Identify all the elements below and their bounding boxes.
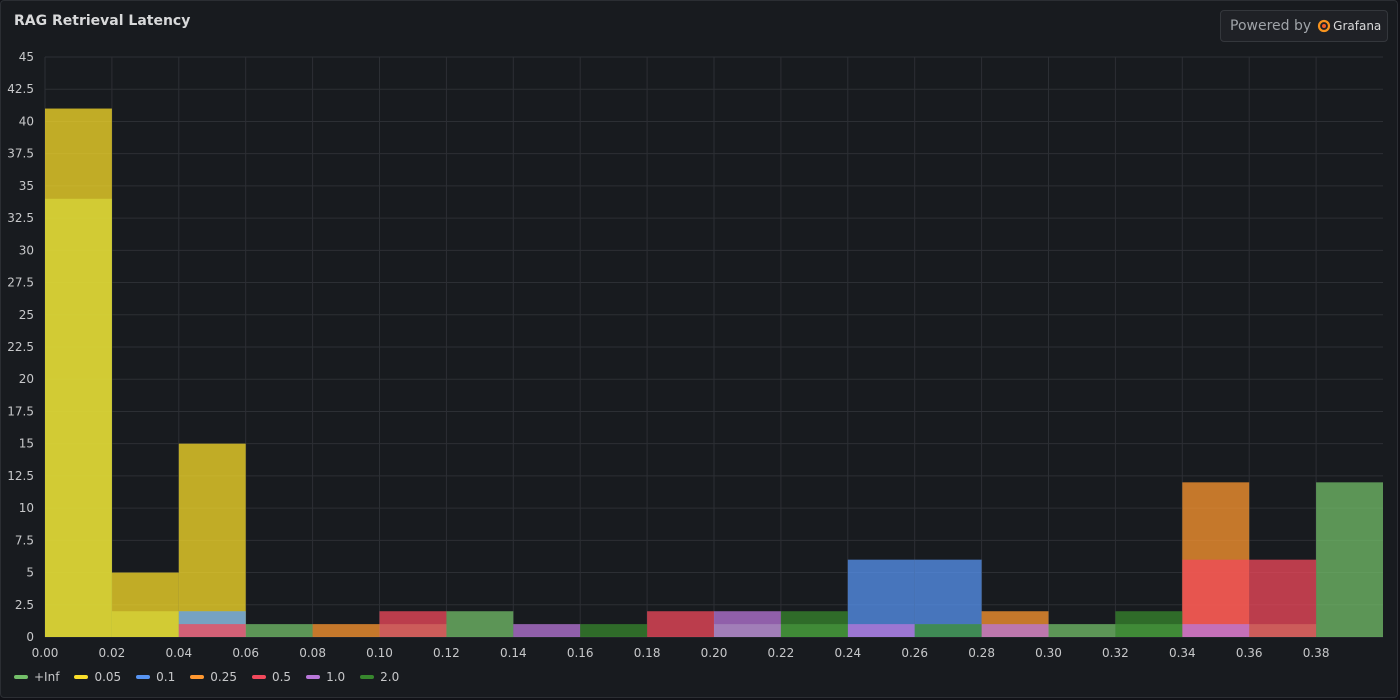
x-tick-label: 0.14 bbox=[500, 646, 527, 660]
bar-0.05-0[interactable] bbox=[45, 108, 112, 638]
chart-legend: +Inf 0.05 0.1 0.25 0.5 1.0 2.0 bbox=[14, 670, 399, 684]
x-tick-label: 0.16 bbox=[567, 646, 594, 660]
legend-item[interactable]: 0.5 bbox=[251, 670, 292, 684]
legend-label: 0.25 bbox=[210, 670, 237, 684]
bar-0.5-18[interactable] bbox=[1249, 559, 1317, 637]
bar-+Inf-19[interactable] bbox=[1316, 482, 1383, 637]
bar-2.0-13[interactable] bbox=[914, 624, 982, 637]
legend-item[interactable]: 0.1 bbox=[136, 670, 175, 684]
y-tick-label: 37.5 bbox=[7, 147, 34, 161]
y-tick-label: 25 bbox=[19, 308, 34, 322]
bar-1.0-10[interactable] bbox=[714, 611, 781, 637]
x-tick-label: 0.20 bbox=[701, 646, 728, 660]
y-tick-label: 32.5 bbox=[7, 211, 34, 225]
histogram-chart[interactable]: 0 2.5 5 7.5 10 12.5 15 17.5 20 22.5 25 27.5 30 32.5 35… bbox=[0, 0, 1400, 700]
x-tick-label: 0.04 bbox=[165, 646, 192, 660]
bar-0.25-4[interactable] bbox=[312, 624, 380, 637]
legend-label: +Inf bbox=[34, 670, 60, 684]
legend-label: 0.05 bbox=[94, 670, 122, 684]
bar-0.5-2[interactable] bbox=[178, 624, 246, 637]
y-axis-ticks: 0 2.5 5 7.5 10 12.5 15 17.5 20 22.5 25 27.5 30 32.5 35… bbox=[7, 50, 34, 644]
x-tick-label: 0.02 bbox=[99, 646, 126, 660]
bar-+Inf-3[interactable] bbox=[245, 624, 313, 637]
bar-1.0-14[interactable] bbox=[981, 624, 1049, 637]
x-tick-label: 0.08 bbox=[299, 646, 326, 660]
legend-swatch bbox=[306, 675, 321, 679]
y-tick-label: 17.5 bbox=[7, 404, 34, 418]
x-tick-label: 0.28 bbox=[968, 646, 995, 660]
bar-2.0-16[interactable] bbox=[1115, 611, 1183, 637]
bar-2.0-8[interactable] bbox=[580, 624, 648, 637]
y-tick-label: 7.5 bbox=[15, 533, 34, 547]
y-tick-label: 5 bbox=[26, 566, 34, 580]
x-tick-label: 0.38 bbox=[1303, 646, 1330, 660]
legend-item[interactable]: 1.0 bbox=[306, 670, 345, 684]
y-tick-label: 22.5 bbox=[7, 340, 34, 354]
legend-label: 2.0 bbox=[380, 670, 400, 684]
y-tick-label: 40 bbox=[19, 114, 34, 128]
x-tick-label: 0.18 bbox=[634, 646, 661, 660]
legend-swatch bbox=[14, 675, 28, 679]
y-tick-label: 45 bbox=[19, 50, 34, 64]
y-tick-label: 35 bbox=[19, 179, 34, 193]
legend-label: 0.1 bbox=[156, 670, 176, 684]
y-tick-label: 0 bbox=[26, 630, 34, 644]
legend-item[interactable]: 2.0 bbox=[360, 670, 399, 684]
x-tick-label: 0.36 bbox=[1236, 646, 1263, 660]
x-tick-label: 0.26 bbox=[901, 646, 928, 660]
bar-1.0-7[interactable] bbox=[513, 624, 581, 637]
bar-1.0-12[interactable] bbox=[847, 624, 915, 637]
x-tick-label: 0.34 bbox=[1169, 646, 1196, 660]
y-tick-label: 2.5 bbox=[15, 598, 34, 612]
legend-label: 0.5 bbox=[271, 670, 292, 684]
legend-swatch bbox=[360, 675, 375, 679]
x-axis-ticks: 0.00 0.02 0.04 0.06 0.08 0.10 0.12 0.14 0.16 0.18… bbox=[32, 646, 1330, 660]
legend-swatch bbox=[190, 675, 205, 679]
y-tick-label: 42.5 bbox=[7, 82, 34, 96]
bar-+Inf-15[interactable] bbox=[1048, 624, 1116, 637]
legend-swatch bbox=[251, 675, 266, 679]
bar-0.05-2[interactable] bbox=[178, 443, 246, 637]
x-tick-label: 0.30 bbox=[1035, 646, 1062, 660]
x-tick-label: 0.10 bbox=[366, 646, 393, 660]
x-tick-label: 0.12 bbox=[433, 646, 460, 660]
x-tick-label: 0.32 bbox=[1102, 646, 1129, 660]
x-tick-label: 0.06 bbox=[232, 646, 259, 660]
y-tick-label: 30 bbox=[19, 243, 34, 257]
y-tick-label: 15 bbox=[19, 437, 34, 451]
bar-1.0-17[interactable] bbox=[1182, 624, 1250, 637]
y-tick-label: 20 bbox=[19, 372, 34, 386]
x-tick-label: 0.24 bbox=[834, 646, 861, 660]
bar-+Inf-6[interactable] bbox=[446, 611, 514, 637]
y-tick-label: 27.5 bbox=[7, 276, 34, 290]
x-tick-label: 0.22 bbox=[768, 646, 795, 660]
legend-item[interactable]: +Inf bbox=[14, 670, 59, 684]
y-tick-label: 12.5 bbox=[7, 469, 34, 483]
bar-0.5-5[interactable] bbox=[379, 611, 447, 637]
bar-2.0-11[interactable] bbox=[780, 611, 848, 637]
x-tick-label: 0.00 bbox=[32, 646, 59, 660]
legend-swatch bbox=[74, 675, 89, 679]
bar-0.05-1[interactable] bbox=[111, 572, 179, 637]
legend-item[interactable]: 0.25 bbox=[190, 670, 237, 684]
legend-item[interactable]: 0.05 bbox=[74, 670, 121, 684]
y-tick-label: 10 bbox=[19, 501, 34, 515]
bar-0.5-9[interactable] bbox=[647, 611, 714, 637]
legend-label: 1.0 bbox=[326, 670, 346, 684]
legend-swatch bbox=[136, 675, 151, 679]
